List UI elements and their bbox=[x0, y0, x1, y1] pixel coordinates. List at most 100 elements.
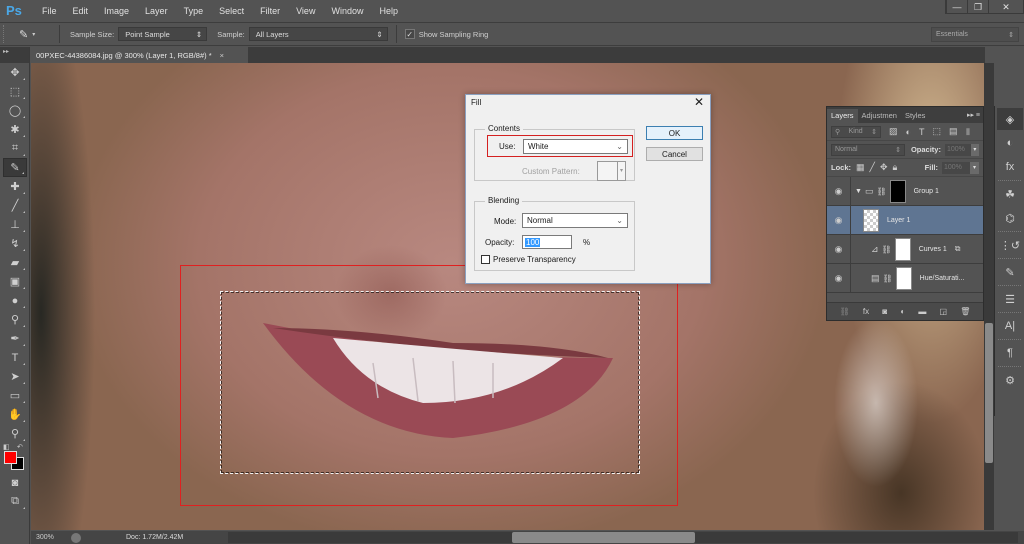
layer-mask-thumbnail[interactable] bbox=[895, 266, 912, 290]
close-button[interactable]: ✕ bbox=[988, 0, 1023, 14]
horizontal-scrollbar[interactable] bbox=[228, 532, 1018, 543]
screen-mode-icon[interactable]: ⧉ bbox=[3, 492, 27, 511]
filter-kind-select[interactable]: ⚲ Kind ⇕ bbox=[831, 125, 881, 138]
workspace-select[interactable]: Essentials ⇕ bbox=[931, 27, 1019, 42]
group-mask-thumbnail[interactable] bbox=[889, 179, 906, 203]
lasso-tool-icon[interactable]: ◯ bbox=[3, 101, 27, 120]
tab-layers[interactable]: Layers bbox=[827, 109, 858, 123]
rectangle-tool-icon[interactable]: ▭ bbox=[3, 386, 27, 405]
minimize-button[interactable]: — bbox=[946, 0, 967, 14]
paths-dock-icon[interactable]: ⌬ bbox=[997, 207, 1023, 229]
layer-fill-input[interactable]: 100% bbox=[942, 161, 970, 174]
sample-select[interactable]: All Layers ⇕ bbox=[248, 27, 388, 41]
menu-type[interactable]: Type bbox=[176, 6, 212, 16]
menu-file[interactable]: File bbox=[34, 6, 65, 16]
fill-dropdown-icon[interactable]: ▾ bbox=[970, 161, 979, 174]
menu-edit[interactable]: Edit bbox=[65, 6, 97, 16]
visibility-eye-icon[interactable]: ◉ bbox=[827, 176, 851, 206]
sample-size-select[interactable]: Point Sample ⇕ bbox=[118, 27, 208, 41]
visibility-eye-icon[interactable]: ◉ bbox=[827, 234, 851, 264]
tab-close-icon[interactable]: × bbox=[220, 51, 224, 60]
filter-shape-icon[interactable]: ⬚ bbox=[932, 126, 941, 137]
lock-all-icon[interactable]: 🔒︎ bbox=[893, 162, 898, 173]
layers-dock-icon[interactable]: ◈ bbox=[997, 108, 1023, 130]
lock-position-icon[interactable]: ✥ bbox=[880, 162, 888, 173]
vertical-scrollbar-thumb[interactable] bbox=[985, 323, 993, 463]
move-tool-icon[interactable]: ✥ bbox=[3, 63, 27, 82]
marquee-tool-icon[interactable]: ⬚ bbox=[3, 82, 27, 101]
lock-brush-icon[interactable]: ╱ bbox=[870, 162, 875, 173]
paragraph-dock-icon[interactable]: ¶ bbox=[997, 342, 1023, 364]
fx-icon[interactable]: fx bbox=[863, 307, 869, 316]
horizontal-scrollbar-thumb[interactable] bbox=[512, 532, 695, 543]
lock-transparency-icon[interactable]: ▦ bbox=[856, 162, 865, 173]
menu-filter[interactable]: Filter bbox=[252, 6, 288, 16]
menu-view[interactable]: View bbox=[288, 6, 323, 16]
status-info-icon[interactable] bbox=[71, 532, 81, 543]
restore-button[interactable]: ❐ bbox=[967, 0, 988, 14]
layer-opacity-input[interactable]: 100% bbox=[944, 143, 971, 156]
cancel-button[interactable]: Cancel bbox=[646, 147, 703, 161]
default-colors-icon[interactable]: ◧ bbox=[3, 443, 10, 451]
menu-select[interactable]: Select bbox=[211, 6, 252, 16]
path-selection-tool-icon[interactable]: ➤ bbox=[3, 367, 27, 386]
trash-icon[interactable]: 🗑︎ bbox=[960, 307, 970, 316]
character-dock-icon[interactable]: A| bbox=[997, 315, 1023, 337]
tool-presets-dock-icon[interactable]: ☰ bbox=[997, 288, 1023, 310]
layer-row-hue-saturation[interactable]: ◉ ▤ ⛓ Hue/Saturati... bbox=[827, 263, 983, 293]
layer-row-group-1[interactable]: ◉ ▼ ▭ ⛓ Group 1 bbox=[827, 176, 983, 206]
add-mask-icon[interactable]: ◙ bbox=[882, 307, 887, 316]
toolbox-collapse-button[interactable]: ▸▸ bbox=[0, 47, 29, 63]
options-bar-grip[interactable] bbox=[3, 25, 9, 43]
show-sampling-ring-checkbox[interactable]: ✓ bbox=[404, 29, 415, 39]
filter-smart-object-icon[interactable]: ▤ bbox=[949, 126, 958, 137]
eyedropper-tool-icon[interactable]: ✎ bbox=[3, 158, 27, 177]
layer-row-layer-1[interactable]: ◉ Layer 1 bbox=[827, 205, 983, 235]
history-dock-icon[interactable]: ⋮↺ bbox=[997, 234, 1023, 256]
new-adjustment-icon[interactable]: ◐ bbox=[900, 307, 905, 316]
swap-colors-icon[interactable]: ↶ bbox=[17, 443, 23, 451]
tool-preset-picker[interactable]: ✎ ▾ bbox=[19, 28, 51, 41]
menu-window[interactable]: Window bbox=[323, 6, 371, 16]
tab-adjustments[interactable]: Adjustmen bbox=[858, 109, 901, 123]
menu-layer[interactable]: Layer bbox=[137, 6, 176, 16]
crop-tool-icon[interactable]: ⌗ bbox=[3, 139, 27, 158]
zoom-level[interactable]: 300% bbox=[31, 534, 66, 541]
eraser-tool-icon[interactable]: ▰ bbox=[3, 253, 27, 272]
menu-help[interactable]: Help bbox=[371, 6, 406, 16]
opacity-input[interactable]: 100 bbox=[522, 235, 572, 249]
styles-dock-icon[interactable]: fx bbox=[997, 156, 1023, 178]
brush-presets-dock-icon[interactable]: ✎ bbox=[997, 261, 1023, 283]
layer-thumbnail[interactable] bbox=[863, 208, 879, 232]
menu-image[interactable]: Image bbox=[96, 6, 137, 16]
vertical-scrollbar[interactable] bbox=[984, 63, 994, 530]
link-layers-icon[interactable]: ⛓ bbox=[840, 307, 850, 316]
filter-adjustment-icon[interactable]: ◐ bbox=[906, 127, 911, 137]
panel-menu-icon[interactable]: ▸▸ ≡ bbox=[967, 109, 983, 123]
magic-wand-tool-icon[interactable]: ✱ bbox=[3, 120, 27, 139]
filter-pixel-icon[interactable]: ▨ bbox=[889, 126, 898, 137]
adjustments-dock-icon[interactable]: ◐ bbox=[997, 132, 1023, 154]
visibility-eye-icon[interactable]: ◉ bbox=[827, 205, 851, 235]
layer-row-curves-1[interactable]: ◉ ⊿ ⛓ Curves 1 ⧉ bbox=[827, 234, 983, 264]
brush-tool-icon[interactable]: ╱ bbox=[3, 196, 27, 215]
properties-dock-icon[interactable]: ⚙ bbox=[997, 369, 1023, 391]
gradient-tool-icon[interactable]: ▣ bbox=[3, 272, 27, 291]
preserve-transparency-checkbox[interactable] bbox=[481, 255, 490, 264]
spot-healing-tool-icon[interactable]: ✚ bbox=[3, 177, 27, 196]
filter-toggle-icon[interactable]: ▮ bbox=[965, 126, 970, 137]
blend-mode-select[interactable]: Normal ⇕ bbox=[831, 143, 905, 156]
foreground-color-swatch[interactable] bbox=[4, 451, 17, 464]
dialog-close-icon[interactable]: ✕ bbox=[694, 95, 704, 109]
use-select[interactable]: White ⌄ bbox=[523, 139, 628, 154]
visibility-eye-icon[interactable]: ◉ bbox=[827, 263, 851, 293]
channels-dock-icon[interactable]: ☘ bbox=[997, 183, 1023, 205]
new-group-icon[interactable]: ▬ bbox=[918, 307, 926, 316]
blur-tool-icon[interactable]: ● bbox=[3, 291, 27, 310]
layer-mask-thumbnail[interactable] bbox=[894, 237, 911, 261]
filter-type-icon[interactable]: T bbox=[919, 127, 925, 137]
new-layer-icon[interactable]: ◲ bbox=[940, 307, 948, 316]
opacity-dropdown-icon[interactable]: ▾ bbox=[970, 143, 979, 156]
ok-button[interactable]: OK bbox=[646, 126, 703, 140]
dodge-tool-icon[interactable]: ⚲ bbox=[3, 310, 27, 329]
